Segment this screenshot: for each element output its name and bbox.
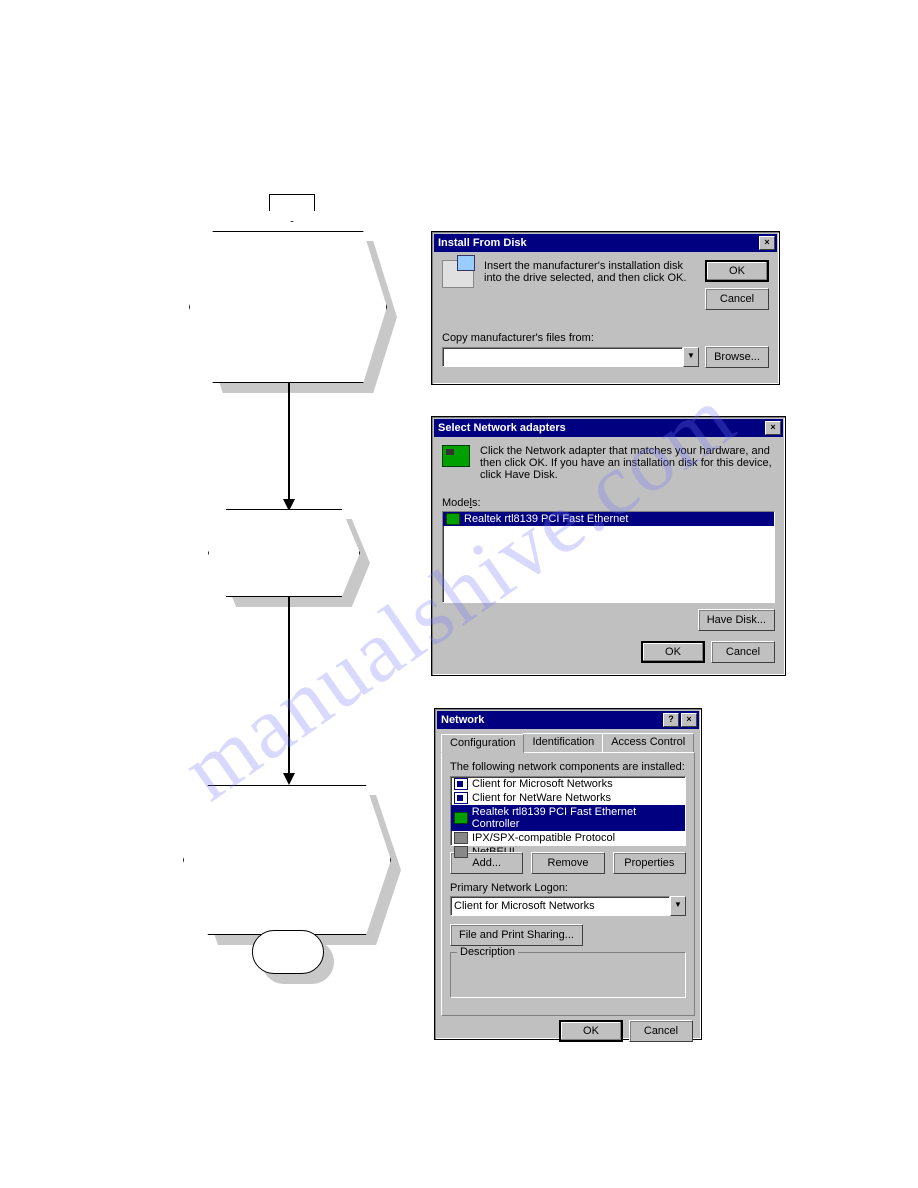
dropdown-icon[interactable]: ▼ bbox=[683, 347, 699, 367]
title-text: Install From Disk bbox=[438, 237, 527, 249]
list-item[interactable]: Realtek rtl8139 PCI Fast Ethernet Contro… bbox=[451, 805, 685, 831]
client-icon bbox=[454, 792, 468, 804]
titlebar: Select Network adapters × bbox=[434, 419, 783, 437]
instruction-text: Click the Network adapter that matches y… bbox=[480, 445, 775, 481]
cancel-button[interactable]: Cancel bbox=[629, 1020, 693, 1042]
components-label: The following network components are ins… bbox=[450, 761, 686, 773]
list-item-label: IPX/SPX-compatible Protocol bbox=[472, 832, 615, 844]
arrow-head-2 bbox=[283, 773, 295, 785]
network-dialog: Network ? × Configuration Identification… bbox=[434, 708, 702, 1040]
close-icon[interactable]: × bbox=[681, 713, 697, 727]
list-item[interactable]: Client for Microsoft Networks bbox=[451, 777, 685, 791]
list-item-label: Client for NetWare Networks bbox=[472, 792, 611, 804]
copy-from-label: Copy manufacturer's files from: bbox=[442, 332, 769, 344]
client-icon bbox=[454, 778, 468, 790]
have-disk-button[interactable]: Have Disk... bbox=[698, 609, 775, 631]
close-icon[interactable]: × bbox=[765, 421, 781, 435]
titlebar: Install From Disk × bbox=[434, 234, 777, 252]
description-label: Description bbox=[457, 946, 518, 958]
dropdown-icon[interactable]: ▼ bbox=[670, 896, 686, 916]
list-item[interactable]: Client for NetWare Networks bbox=[451, 791, 685, 805]
arrow-2 bbox=[288, 597, 290, 777]
list-item-label: Client for Microsoft Networks bbox=[472, 778, 613, 790]
protocol-icon bbox=[454, 846, 468, 858]
adapter-icon bbox=[442, 445, 470, 467]
models-listbox[interactable]: Realtek rtl8139 PCI Fast Ethernet bbox=[442, 511, 775, 603]
components-listbox[interactable]: Client for Microsoft Networks Client for… bbox=[450, 776, 686, 846]
instruction-text: Insert the manufacturer's installation d… bbox=[484, 260, 695, 310]
properties-button[interactable]: Properties bbox=[613, 852, 686, 874]
logon-select[interactable]: Client for Microsoft Networks bbox=[450, 896, 670, 916]
tab-identification[interactable]: Identification bbox=[523, 733, 603, 752]
remove-button[interactable]: Remove bbox=[531, 852, 604, 874]
list-item-label: Realtek rtl8139 PCI Fast Ethernet Contro… bbox=[472, 806, 682, 830]
adapter-item-icon bbox=[454, 812, 468, 824]
close-icon[interactable]: × bbox=[759, 236, 775, 250]
browse-button[interactable]: Browse... bbox=[705, 346, 769, 368]
disk-icon bbox=[442, 260, 474, 288]
ok-button[interactable]: OK bbox=[641, 641, 705, 663]
adapter-item-icon bbox=[446, 513, 460, 525]
help-icon[interactable]: ? bbox=[663, 713, 679, 727]
models-label: Models: bbox=[442, 497, 775, 509]
list-item[interactable]: Realtek rtl8139 PCI Fast Ethernet bbox=[443, 512, 774, 526]
tabs: Configuration Identification Access Cont… bbox=[437, 729, 699, 752]
copy-from-input[interactable] bbox=[442, 347, 683, 367]
arrow-1 bbox=[288, 383, 290, 503]
title-text: Network bbox=[441, 714, 484, 726]
tab-panel: The following network components are ins… bbox=[441, 752, 695, 1016]
ok-button[interactable]: OK bbox=[559, 1020, 623, 1042]
select-network-adapters-dialog: Select Network adapters × Click the Netw… bbox=[431, 416, 786, 676]
logon-label: Primary Network Logon: bbox=[450, 882, 686, 894]
model-item-label: Realtek rtl8139 PCI Fast Ethernet bbox=[464, 513, 628, 525]
cancel-button[interactable]: Cancel bbox=[705, 288, 769, 310]
title-text: Select Network adapters bbox=[438, 422, 566, 434]
file-print-sharing-button[interactable]: File and Print Sharing... bbox=[450, 924, 583, 946]
protocol-icon bbox=[454, 832, 468, 844]
titlebar: Network ? × bbox=[437, 711, 699, 729]
description-group: Description bbox=[450, 952, 686, 998]
tab-configuration[interactable]: Configuration bbox=[441, 734, 524, 753]
cancel-button[interactable]: Cancel bbox=[711, 641, 775, 663]
tab-access-control[interactable]: Access Control bbox=[602, 733, 694, 752]
list-item[interactable]: IPX/SPX-compatible Protocol bbox=[451, 831, 685, 845]
install-from-disk-dialog: Install From Disk × Insert the manufactu… bbox=[431, 231, 780, 385]
ok-button[interactable]: OK bbox=[705, 260, 769, 282]
